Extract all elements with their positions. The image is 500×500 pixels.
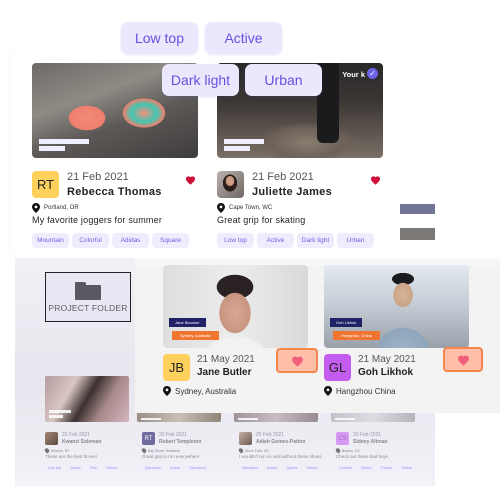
avatar: GL bbox=[324, 354, 351, 381]
location-pin-icon bbox=[163, 386, 171, 396]
folder-icon bbox=[75, 281, 101, 300]
post-description: I wouldn't run so well without these sho… bbox=[239, 454, 322, 459]
name-overlay-tag: Goh Likhok bbox=[330, 318, 363, 327]
tag-chip[interactable]: Yellow bbox=[398, 465, 416, 471]
like-button[interactable] bbox=[276, 348, 318, 373]
speaker-card[interactable]: Jane Bloomer Sydney, Australia JB 21 May… bbox=[163, 265, 308, 396]
verified-check-icon: ✓ bbox=[367, 68, 378, 79]
chip-active[interactable]: Active bbox=[205, 22, 282, 54]
like-button[interactable] bbox=[443, 347, 483, 372]
location-overlay-tag: Sydney, Australia bbox=[172, 331, 219, 340]
location-text: Newton, NY bbox=[51, 448, 70, 453]
author-name: Juliette James bbox=[252, 186, 333, 198]
speaker-name: Jane Butler bbox=[197, 367, 252, 378]
tag-chip[interactable]: Marathon bbox=[142, 465, 165, 471]
speaker-location: Sydney, Australia bbox=[175, 386, 237, 396]
post-description: Great grip for skating bbox=[217, 215, 306, 225]
location-pin-icon bbox=[140, 447, 148, 454]
tag-chip[interactable]: Sports bbox=[283, 465, 301, 471]
location-pin-icon bbox=[43, 447, 51, 454]
location-pin-icon bbox=[237, 447, 245, 454]
avatar bbox=[217, 171, 244, 198]
location-text: Boston, CA bbox=[342, 448, 360, 453]
author-name: Robert Templeton bbox=[159, 439, 202, 445]
tag-chip[interactable]: Adidas bbox=[112, 233, 149, 248]
tag-chip[interactable]: Pink bbox=[86, 465, 101, 471]
avatar: RT bbox=[32, 171, 59, 198]
location-pin-icon bbox=[334, 447, 342, 454]
side-strip bbox=[400, 228, 435, 240]
author-name: Rebecca Thomas bbox=[67, 186, 162, 198]
back-post-card[interactable]: RT 20 Feb 2021 Robert Templeton Bay Shor… bbox=[140, 432, 234, 471]
name-overlay-tag: Jane Bloomer bbox=[169, 318, 206, 327]
location-overlay-tag: Hangzhou, China bbox=[333, 331, 380, 340]
tag-chip[interactable]: Dark light bbox=[297, 233, 334, 248]
tag-chip[interactable]: Yellow bbox=[103, 465, 120, 471]
speaker-date: 21 May 2021 bbox=[358, 354, 416, 365]
avatar bbox=[239, 432, 252, 445]
tag-chip[interactable]: Square bbox=[152, 233, 189, 248]
side-strip bbox=[400, 204, 435, 214]
tag-chip[interactable]: Low top bbox=[217, 233, 254, 248]
tag-chip[interactable]: Active bbox=[167, 465, 184, 471]
post-date: 20 Feb 2021 bbox=[62, 432, 91, 438]
avatar bbox=[45, 432, 58, 445]
heart-icon[interactable] bbox=[185, 175, 196, 185]
speaker-name: Goh Likhok bbox=[358, 367, 413, 378]
post-description: These are the best fit ever bbox=[45, 454, 98, 459]
speaker-location: Hangzhou China bbox=[336, 386, 396, 396]
location-text: Bay Shore, Brisbane bbox=[148, 448, 181, 453]
chip-dark-light[interactable]: Dark light bbox=[162, 64, 239, 96]
tag-chip[interactable]: Yellow bbox=[303, 465, 321, 471]
location-pin-icon bbox=[217, 203, 225, 213]
back-post-card[interactable]: CS 20 Feb 2021 Sidney Altman Boston, CA … bbox=[334, 432, 428, 471]
tag-chip[interactable]: Active bbox=[257, 233, 294, 248]
tag-chip[interactable]: Urban bbox=[337, 233, 374, 248]
location-text: Sioux Falls, SD bbox=[245, 448, 269, 453]
author-name: Kwanzi Soleman bbox=[62, 439, 102, 445]
speaker-photo: Jane Bloomer Sydney, Australia bbox=[163, 265, 308, 348]
avatar: JB bbox=[163, 354, 190, 381]
location-pin-icon bbox=[324, 386, 332, 396]
project-folder[interactable]: PROJECT FOLDER bbox=[45, 272, 131, 322]
post-date: 21 Feb 2021 bbox=[252, 171, 314, 183]
speaker-photo: Goh Likhok Hangzhou, China bbox=[324, 265, 469, 348]
tag-chip[interactable]: Colorful bbox=[336, 465, 356, 471]
post-description: Great grip to run everywhere bbox=[142, 454, 200, 459]
tag-chip[interactable]: Trainer bbox=[377, 465, 396, 471]
heart-icon[interactable] bbox=[370, 175, 381, 185]
avatar: CS bbox=[336, 432, 349, 445]
location-text: Cape Town, WC bbox=[229, 205, 273, 211]
post-date: 21 Feb 2021 bbox=[67, 171, 129, 183]
tag-chip[interactable]: Active bbox=[264, 465, 281, 471]
post-description: My favorite joggers for summer bbox=[32, 215, 163, 225]
author-name: Adiah Gomes-Patton bbox=[256, 439, 306, 445]
avatar: RT bbox=[142, 432, 155, 445]
tag-chip[interactable]: Structural bbox=[186, 465, 209, 471]
post-description: Check out these bad boys bbox=[336, 454, 389, 459]
back-post-card[interactable]: 20 Feb 2021 Kwanzi Soleman Newton, NY Th… bbox=[43, 432, 137, 471]
chip-low-top[interactable]: Low top bbox=[121, 22, 198, 54]
author-name: Sidney Altman bbox=[353, 439, 388, 445]
post-date: 20 Feb 2021 bbox=[159, 432, 188, 438]
brand-badge: Your k bbox=[342, 70, 365, 79]
tag-chip[interactable]: Mountain bbox=[32, 233, 69, 248]
project-folder-label: PROJECT FOLDER bbox=[48, 302, 128, 313]
speaker-card[interactable]: Goh Likhok Hangzhou, China GL 21 May 202… bbox=[324, 265, 469, 396]
speaker-date: 21 May 2021 bbox=[197, 354, 255, 365]
tag-chip[interactable]: Colorful bbox=[72, 233, 109, 248]
back-thumbnail bbox=[45, 376, 129, 422]
tag-chip[interactable]: Marathon bbox=[239, 465, 262, 471]
tag-chip[interactable]: Active bbox=[358, 465, 375, 471]
tag-chip[interactable]: Low top bbox=[45, 465, 65, 471]
post-date: 20 Feb 2021 bbox=[353, 432, 382, 438]
chip-urban[interactable]: Urban bbox=[245, 64, 322, 96]
back-post-card[interactable]: 20 Feb 2021 Adiah Gomes-Patton Sioux Fal… bbox=[237, 432, 331, 471]
heart-icon bbox=[291, 356, 303, 367]
post-date: 20 Feb 2021 bbox=[256, 432, 285, 438]
location-pin-icon bbox=[32, 203, 40, 213]
location-text: Portland, OR bbox=[44, 205, 79, 211]
tag-chip[interactable]: Active bbox=[67, 465, 84, 471]
heart-icon bbox=[457, 355, 469, 366]
